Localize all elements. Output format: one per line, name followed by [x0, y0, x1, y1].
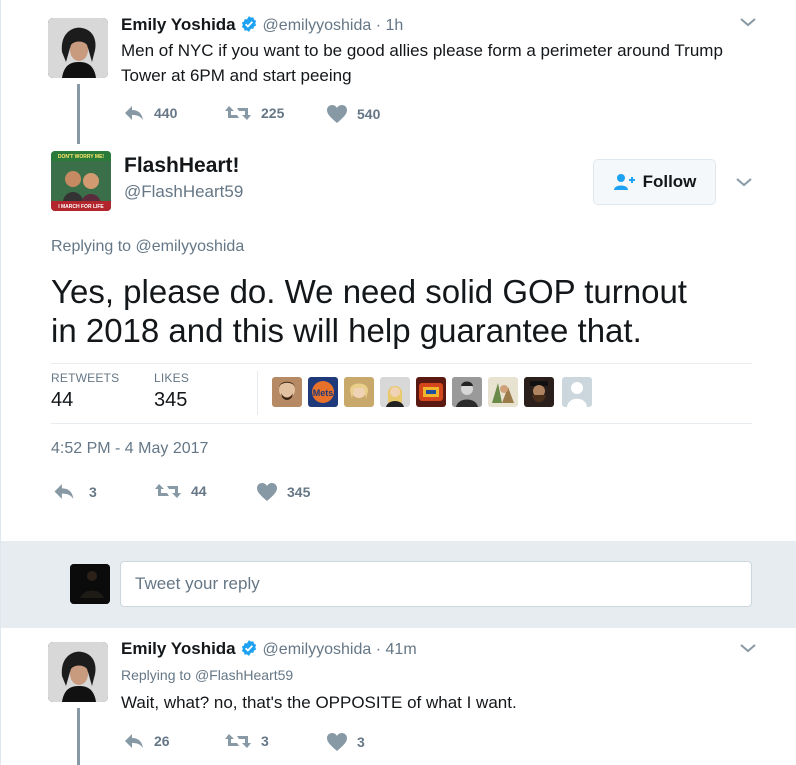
avatar-banner-bottom: I MARCH FOR LIFE	[58, 204, 104, 210]
reply-count: 440	[154, 105, 178, 121]
liker-avatar[interactable]	[380, 377, 410, 407]
main-author-name[interactable]: FlashHeart!	[124, 154, 240, 178]
like-count: 540	[357, 106, 381, 122]
divider	[51, 423, 752, 424]
chevron-down-icon[interactable]	[738, 15, 758, 34]
reply-button[interactable]: 3	[52, 482, 97, 501]
retweets-count: 44	[51, 389, 74, 411]
retweet-button[interactable]: 44	[154, 482, 207, 500]
dot-separator: ·	[375, 641, 382, 658]
retweet-count: 225	[261, 105, 285, 121]
like-button[interactable]: 3	[326, 732, 365, 752]
like-button[interactable]: 345	[256, 482, 310, 502]
retweets-label: RETWEETS	[51, 371, 120, 385]
verified-icon	[240, 15, 258, 38]
liker-avatar[interactable]	[416, 377, 446, 407]
reply-button[interactable]: 26	[123, 732, 170, 750]
svg-text:Mets: Mets	[313, 388, 334, 398]
tweet-text-line: Men of NYC if you want to be good allies…	[121, 41, 723, 60]
verified-icon	[240, 639, 258, 662]
emily-avatar[interactable]	[48, 642, 108, 702]
like-count: 3	[357, 734, 365, 750]
author-handle[interactable]: @emilyyoshida	[263, 17, 372, 34]
heart-icon	[327, 105, 347, 123]
thread-line	[77, 708, 80, 765]
dot-separator: ·	[375, 17, 382, 34]
liker-avatar[interactable]	[452, 377, 482, 407]
heart-icon	[257, 483, 277, 501]
retweet-count: 44	[191, 483, 207, 499]
replying-handle[interactable]: @FlashHeart59	[195, 667, 293, 683]
reply-count: 26	[154, 733, 170, 749]
avatar-banner-top: DON'T WORRY ME!	[58, 154, 105, 160]
tweet-time[interactable]: 1h	[386, 17, 404, 34]
tweet3-text: Wait, what? no, that's the OPPOSITE of w…	[121, 693, 517, 712]
current-user-avatar[interactable]	[70, 564, 110, 604]
likes-count: 345	[154, 389, 188, 411]
reply-count: 3	[89, 483, 97, 500]
main-text-line: Yes, please do. We need solid GOP turnou…	[51, 273, 687, 310]
default-avatar[interactable]	[562, 377, 592, 407]
like-count: 345	[287, 484, 311, 500]
tweet-text-line: Tower at 6PM and start peeing	[121, 66, 352, 85]
chevron-down-icon[interactable]	[738, 641, 758, 660]
author-name[interactable]: Emily Yoshida	[121, 15, 236, 34]
liker-avatar[interactable]	[488, 377, 518, 407]
likes-stat[interactable]: LIKES 345	[154, 371, 189, 412]
left-border	[0, 0, 1, 765]
tweet1-header: Emily Yoshida @emilyyoshida · 1h	[121, 15, 403, 38]
liker-avatar[interactable]	[344, 377, 374, 407]
retweet-icon	[225, 734, 251, 748]
replying-to: Replying to @FlashHeart59	[121, 667, 293, 683]
thread-line	[77, 84, 80, 144]
retweet-button[interactable]: 3	[224, 732, 269, 750]
divider	[51, 363, 752, 364]
tweet3-header: Emily Yoshida @emilyyoshida · 41m	[121, 639, 417, 662]
liker-avatar[interactable]: Mets	[308, 377, 338, 407]
replying-prefix: Replying to	[121, 667, 192, 683]
retweet-count: 3	[261, 733, 269, 749]
main-tweet-text: Yes, please do. We need solid GOP turnou…	[51, 272, 687, 350]
reply-button[interactable]: 440	[123, 104, 177, 122]
author-handle[interactable]: @emilyyoshida	[263, 641, 372, 658]
liker-avatar[interactable]	[524, 377, 554, 407]
flashheart-avatar[interactable]: DON'T WORRY ME! I MARCH FOR LIFE	[51, 151, 111, 211]
replying-to: Replying to @emilyyoshida	[51, 238, 244, 256]
replying-handle[interactable]: @emilyyoshida	[136, 238, 245, 255]
follow-user-icon	[613, 174, 635, 190]
main-author-handle[interactable]: @FlashHeart59	[124, 182, 243, 202]
replying-prefix: Replying to	[51, 238, 132, 255]
retweet-icon	[225, 106, 251, 120]
reply-placeholder: Tweet your reply	[135, 574, 260, 593]
chevron-down-icon[interactable]	[734, 175, 754, 194]
retweet-button[interactable]: 225	[224, 104, 284, 122]
retweets-stat[interactable]: RETWEETS 44	[51, 371, 119, 412]
main-text-line: in 2018 and this will help guarantee tha…	[51, 312, 642, 349]
follow-label: Follow	[642, 172, 697, 191]
tweet-timestamp[interactable]: 4:52 PM - 4 May 2017	[51, 440, 208, 458]
liker-avatar[interactable]	[272, 377, 302, 407]
reply-input[interactable]: Tweet your reply	[120, 561, 752, 607]
reply-composer: Tweet your reply	[0, 541, 796, 628]
reply-icon	[125, 106, 143, 120]
follow-button[interactable]: Follow	[593, 159, 716, 205]
tweet-time[interactable]: 41m	[386, 641, 417, 658]
author-name[interactable]: Emily Yoshida	[121, 639, 236, 658]
heart-icon	[327, 733, 347, 751]
stat-divider	[257, 371, 258, 415]
emily-avatar[interactable]	[48, 18, 108, 78]
retweet-icon	[155, 484, 181, 498]
like-button[interactable]: 540	[326, 104, 380, 124]
likes-label: LIKES	[154, 371, 190, 385]
tweet1-text: Men of NYC if you want to be good allies…	[121, 38, 771, 88]
reply-icon	[125, 734, 143, 748]
reply-icon	[54, 484, 74, 499]
